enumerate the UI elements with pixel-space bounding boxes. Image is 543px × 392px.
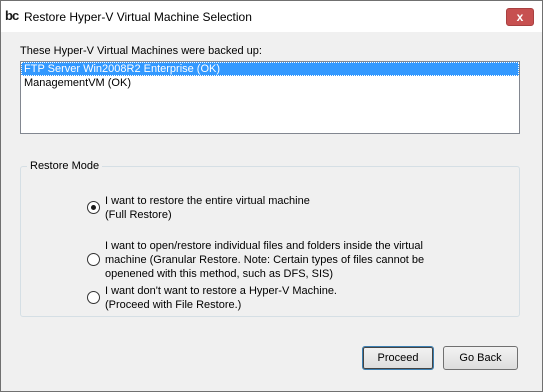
granular-restore-label-line3: openened with this method, such as DFS, … [105, 268, 334, 280]
file-restore-label: I want don't want to restore a Hyper-V M… [105, 284, 337, 312]
file-restore-radio[interactable] [87, 291, 100, 304]
granular-restore-label-line2: machine (Granular Restore. Note: Certain… [105, 254, 425, 266]
option-granular-restore[interactable]: I want to open/restore individual files … [87, 239, 507, 281]
window-title: Restore Hyper-V Virtual Machine Selectio… [24, 10, 252, 24]
go-back-button[interactable]: Go Back [443, 346, 518, 370]
close-button[interactable]: x [506, 8, 534, 26]
file-restore-label-line2: (Proceed with File Restore.) [105, 299, 242, 311]
full-restore-label: I want to restore the entire virtual mac… [105, 194, 310, 222]
radio-selected-dot-icon [91, 205, 96, 210]
file-restore-label-line1: I want don't want to restore a Hyper-V M… [105, 285, 337, 297]
full-restore-label-line2: (Full Restore) [105, 209, 172, 221]
vm-list-item-managementvm[interactable]: ManagementVM (OK) [21, 76, 519, 90]
dialog-body: These Hyper-V Virtual Machines were back… [1, 32, 542, 391]
option-full-restore[interactable]: I want to restore the entire virtual mac… [87, 194, 507, 222]
app-logo-icon: bc [5, 8, 19, 23]
restore-mode-title: Restore Mode [27, 160, 103, 172]
vm-listbox[interactable]: FTP Server Win2008R2 Enterprise (OK) Man… [20, 61, 520, 134]
proceed-button[interactable]: Proceed [362, 346, 434, 370]
granular-restore-label-line1: I want to open/restore individual files … [105, 240, 423, 252]
granular-restore-radio[interactable] [87, 253, 100, 266]
option-file-restore[interactable]: I want don't want to restore a Hyper-V M… [87, 284, 507, 312]
full-restore-radio[interactable] [87, 201, 100, 214]
title-bar[interactable]: bc Restore Hyper-V Virtual Machine Selec… [1, 1, 542, 32]
dialog-window: bc Restore Hyper-V Virtual Machine Selec… [0, 0, 543, 392]
granular-restore-label: I want to open/restore individual files … [105, 239, 424, 281]
vm-list-item-ftp-server[interactable]: FTP Server Win2008R2 Enterprise (OK) [21, 62, 519, 76]
close-icon: x [516, 10, 524, 24]
restore-mode-group: Restore Mode I want to restore the entir… [20, 160, 520, 317]
full-restore-label-line1: I want to restore the entire virtual mac… [105, 195, 310, 207]
vm-list-caption: These Hyper-V Virtual Machines were back… [20, 45, 262, 57]
